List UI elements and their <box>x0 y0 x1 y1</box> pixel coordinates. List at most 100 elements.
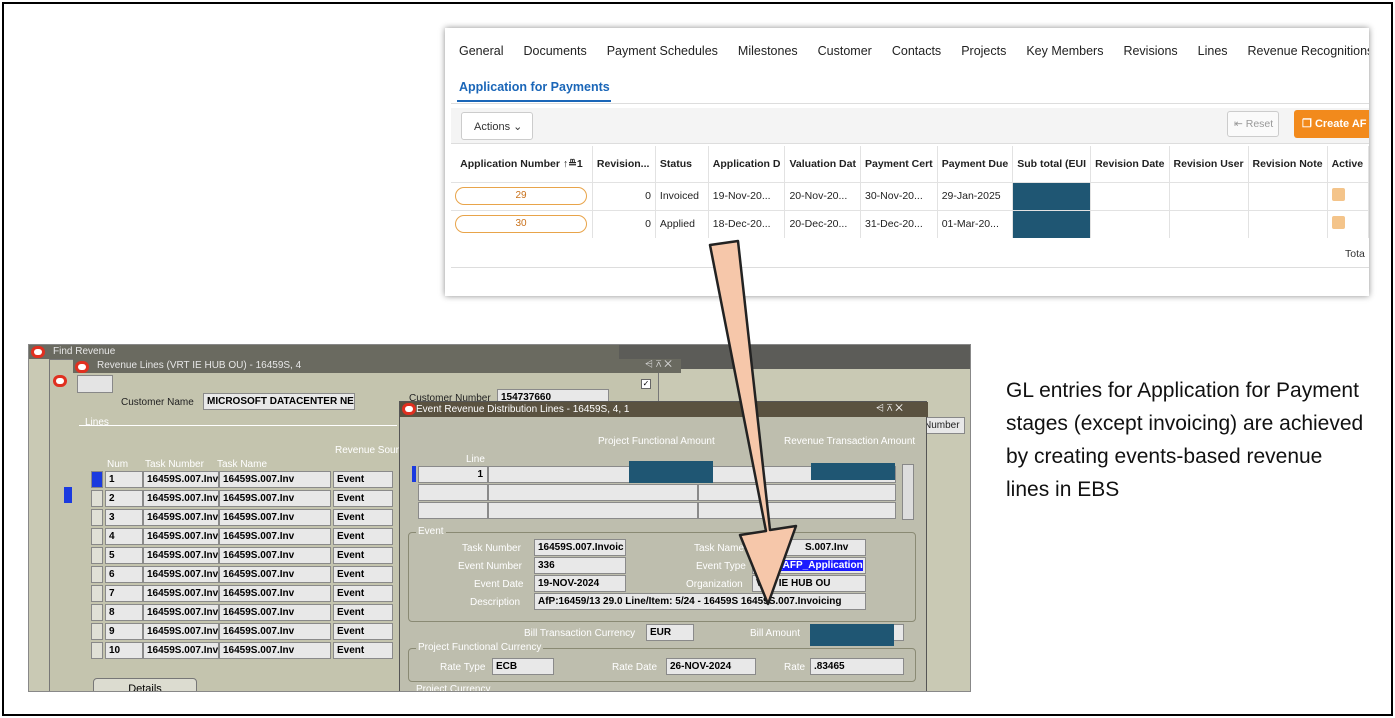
line-task-number-field[interactable]: 16459S.007.Inv <box>143 604 219 621</box>
tab-lines[interactable]: Lines <box>1198 44 1228 58</box>
event-date-field[interactable]: 19-NOV-2024 <box>534 575 626 592</box>
line-num-field[interactable]: 3 <box>105 509 143 526</box>
line-task-number-field[interactable]: 16459S.007.Inv <box>143 585 219 602</box>
tab-milestones[interactable]: Milestones <box>738 44 798 58</box>
line-num-field[interactable]: 2 <box>105 490 143 507</box>
line-task-number-field[interactable]: 16459S.007.Inv <box>143 642 219 659</box>
col-payment-due[interactable]: Payment Due <box>937 146 1014 182</box>
tab-revenue-recognitions[interactable]: Revenue Recognitions <box>1248 44 1369 58</box>
app-number-link[interactable]: 29 <box>455 187 587 205</box>
tab-projects[interactable]: Projects <box>961 44 1006 58</box>
rt-amount-field[interactable] <box>698 502 896 519</box>
line-number-field[interactable]: 1 <box>418 466 488 483</box>
line-task-name-field[interactable]: 16459S.007.Inv <box>219 528 331 545</box>
customer-name-field[interactable]: MICROSOFT DATACENTER NE <box>203 393 355 410</box>
col-payment-cert[interactable]: Payment Cert <box>860 146 938 182</box>
line-task-name-field[interactable]: 16459S.007.Inv <box>219 547 331 564</box>
col-valuation-date[interactable]: Valuation Dat <box>784 146 861 182</box>
app-number-cell[interactable]: 30 <box>451 209 593 238</box>
record-selector[interactable] <box>91 642 103 659</box>
line-revenue-source-field[interactable]: Event <box>333 490 393 507</box>
active-cell[interactable] <box>1327 181 1369 210</box>
line-task-number-field[interactable]: 16459S.007.Inv <box>143 471 219 488</box>
line-revenue-source-field[interactable]: Event <box>333 585 393 602</box>
line-task-name-field[interactable]: 16459S.007.Inv <box>219 490 331 507</box>
window-controls-icon[interactable]: ⩤ ⊼ ✕ <box>645 359 672 370</box>
line-task-number-field[interactable]: 16459S.007.Inv <box>143 566 219 583</box>
line-revenue-source-field[interactable]: Event <box>333 509 393 526</box>
tab-general[interactable]: General <box>459 44 503 58</box>
task-name-field[interactable]: S.007.Inv <box>752 539 866 556</box>
window-controls-icon[interactable]: ⩤ ⊼ ✕ <box>876 403 903 414</box>
col-sub-total[interactable]: Sub total (EUI <box>1012 146 1092 182</box>
line-num-field[interactable]: 9 <box>105 623 143 640</box>
line-task-number-field[interactable]: 16459S.007.Inv <box>143 490 219 507</box>
line-task-name-field[interactable]: 16459S.007.Inv <box>219 585 331 602</box>
actions-menu-button[interactable]: Actions ⌄ <box>461 112 533 140</box>
tab-payment-schedules[interactable]: Payment Schedules <box>607 44 718 58</box>
rt-amount-field[interactable] <box>698 484 896 501</box>
active-cell[interactable] <box>1327 209 1369 238</box>
line-revenue-source-field[interactable]: Event <box>333 604 393 621</box>
line-task-name-field[interactable]: 16459S.007.Inv <box>219 604 331 621</box>
table-row[interactable]: 30 0 Applied 18-Dec-20... 20-Dec-20... 3… <box>451 209 1369 238</box>
task-number-field[interactable]: 16459S.007.Invoic <box>534 539 626 556</box>
active-checkbox[interactable] <box>1331 216 1345 230</box>
event-number-field[interactable]: 336 <box>534 557 626 574</box>
line-task-number-field[interactable]: 16459S.007.Inv <box>143 547 219 564</box>
tab-documents[interactable]: Documents <box>523 44 586 58</box>
event-type-field[interactable]: tone_AFP_Application <box>752 557 866 574</box>
line-revenue-source-field[interactable]: Event <box>333 642 393 659</box>
col-application-number[interactable]: Application Number ↑≞1 <box>451 146 593 182</box>
line-number-field[interactable] <box>418 484 488 501</box>
line-revenue-source-field[interactable]: Event <box>333 566 393 583</box>
line-num-field[interactable]: 4 <box>105 528 143 545</box>
reset-button[interactable]: ⇤ Reset <box>1227 111 1279 137</box>
line-num-field[interactable]: 5 <box>105 547 143 564</box>
line-num-field[interactable]: 10 <box>105 642 143 659</box>
line-task-name-field[interactable]: 16459S.007.Inv <box>219 642 331 659</box>
line-num-field[interactable]: 1 <box>105 471 143 488</box>
line-num-field[interactable]: 6 <box>105 566 143 583</box>
col-application-date[interactable]: Application D <box>708 146 786 182</box>
line-revenue-source-field[interactable]: Event <box>333 547 393 564</box>
col-revision-user[interactable]: Revision User <box>1169 146 1249 182</box>
description-field[interactable]: AfP:16459/13 29.0 Line/Item: 5/24 - 1645… <box>534 593 866 610</box>
vertical-scrollbar[interactable] <box>902 464 914 520</box>
pf-amount-field[interactable] <box>488 484 698 501</box>
active-checkbox[interactable] <box>1331 188 1345 201</box>
sort-ascending-icon[interactable]: ↑≞1 <box>563 158 583 170</box>
line-num-field[interactable]: 7 <box>105 585 143 602</box>
checkbox-icon[interactable]: ✓ <box>641 379 651 389</box>
line-revenue-source-field[interactable]: Event <box>333 471 393 488</box>
line-task-number-field[interactable]: 16459S.007.Inv <box>143 528 219 545</box>
record-selector[interactable] <box>91 566 103 583</box>
app-number-link[interactable]: 30 <box>455 215 587 234</box>
col-revision-note[interactable]: Revision Note <box>1248 146 1328 182</box>
line-revenue-source-field[interactable]: Event <box>333 623 393 640</box>
tab-customer[interactable]: Customer <box>818 44 872 58</box>
col-revision-date[interactable]: Revision Date <box>1090 146 1170 182</box>
line-task-name-field[interactable]: 16459S.007.Inv <box>219 623 331 640</box>
tab-revisions[interactable]: Revisions <box>1123 44 1177 58</box>
table-row[interactable]: 29 0 Invoiced 19-Nov-20... 20-Nov-20... … <box>451 181 1369 210</box>
record-selector[interactable] <box>91 471 103 488</box>
col-revision[interactable]: Revision... <box>592 146 656 182</box>
line-task-name-field[interactable]: 16459S.007.Inv <box>219 471 331 488</box>
pf-amount-field[interactable] <box>488 502 698 519</box>
line-task-number-field[interactable]: 16459S.007.Inv <box>143 509 219 526</box>
col-status[interactable]: Status <box>655 146 709 182</box>
tab-key-members[interactable]: Key Members <box>1026 44 1103 58</box>
tab-contacts[interactable]: Contacts <box>892 44 941 58</box>
subtab-application-for-payments[interactable]: Application for Payments <box>459 80 610 94</box>
record-selector[interactable] <box>91 623 103 640</box>
record-selector[interactable] <box>91 509 103 526</box>
record-selector[interactable] <box>91 490 103 507</box>
line-task-number-field[interactable]: 16459S.007.Inv <box>143 623 219 640</box>
record-selector[interactable] <box>91 604 103 621</box>
rate-type-field[interactable]: ECB <box>492 658 554 675</box>
record-selector[interactable] <box>91 547 103 564</box>
create-afp-button[interactable]: ❐ Create AF <box>1294 110 1369 138</box>
line-number-field[interactable] <box>418 502 488 519</box>
rate-field[interactable]: .83465 <box>810 658 904 675</box>
